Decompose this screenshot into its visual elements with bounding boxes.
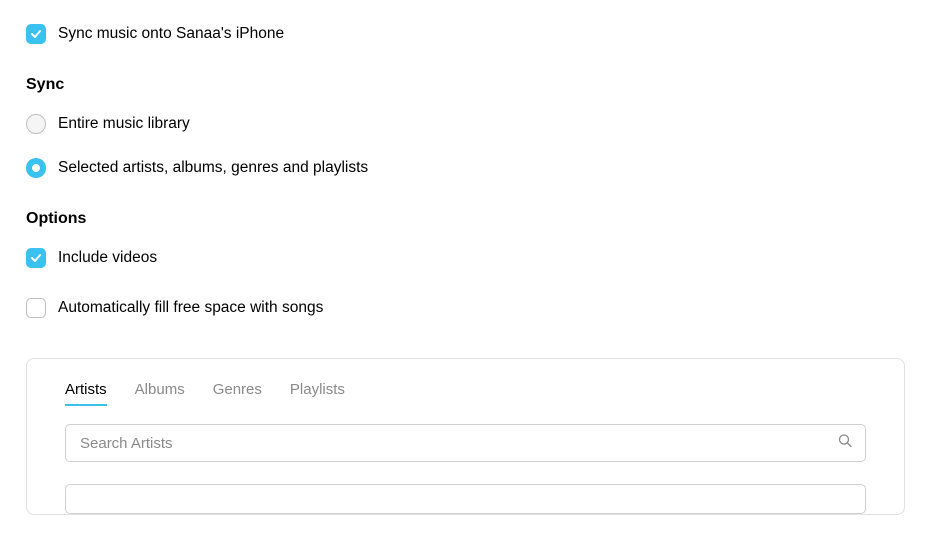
sync-music-label: Sync music onto Sanaa's iPhone: [58, 25, 284, 43]
selected-items-radio[interactable]: [26, 158, 46, 178]
sync-music-row: Sync music onto Sanaa's iPhone: [26, 24, 905, 44]
auto-fill-row: Automatically fill free space with songs: [26, 298, 905, 318]
include-videos-checkbox[interactable]: [26, 248, 46, 268]
options-section-title: Options: [26, 210, 905, 228]
content-panel: Artists Albums Genres Playlists: [26, 358, 905, 515]
include-videos-row: Include videos: [26, 248, 905, 268]
search-icon: [838, 434, 852, 453]
sync-music-checkbox[interactable]: [26, 24, 46, 44]
tab-genres[interactable]: Genres: [213, 381, 262, 406]
entire-library-label: Entire music library: [58, 115, 190, 133]
search-input[interactable]: [65, 424, 866, 462]
tab-artists[interactable]: Artists: [65, 381, 107, 406]
artists-list[interactable]: [65, 484, 866, 514]
entire-library-row: Entire music library: [26, 114, 905, 134]
sync-section-title: Sync: [26, 76, 905, 94]
selected-items-row: Selected artists, albums, genres and pla…: [26, 158, 905, 178]
search-box: [65, 424, 866, 462]
tabs-bar: Artists Albums Genres Playlists: [65, 381, 866, 406]
auto-fill-checkbox[interactable]: [26, 298, 46, 318]
check-icon: [30, 252, 42, 264]
auto-fill-label: Automatically fill free space with songs: [58, 299, 323, 317]
check-icon: [30, 28, 42, 40]
entire-library-radio[interactable]: [26, 114, 46, 134]
tab-albums[interactable]: Albums: [135, 381, 185, 406]
selected-items-label: Selected artists, albums, genres and pla…: [58, 159, 368, 177]
tab-playlists[interactable]: Playlists: [290, 381, 345, 406]
include-videos-label: Include videos: [58, 249, 157, 267]
